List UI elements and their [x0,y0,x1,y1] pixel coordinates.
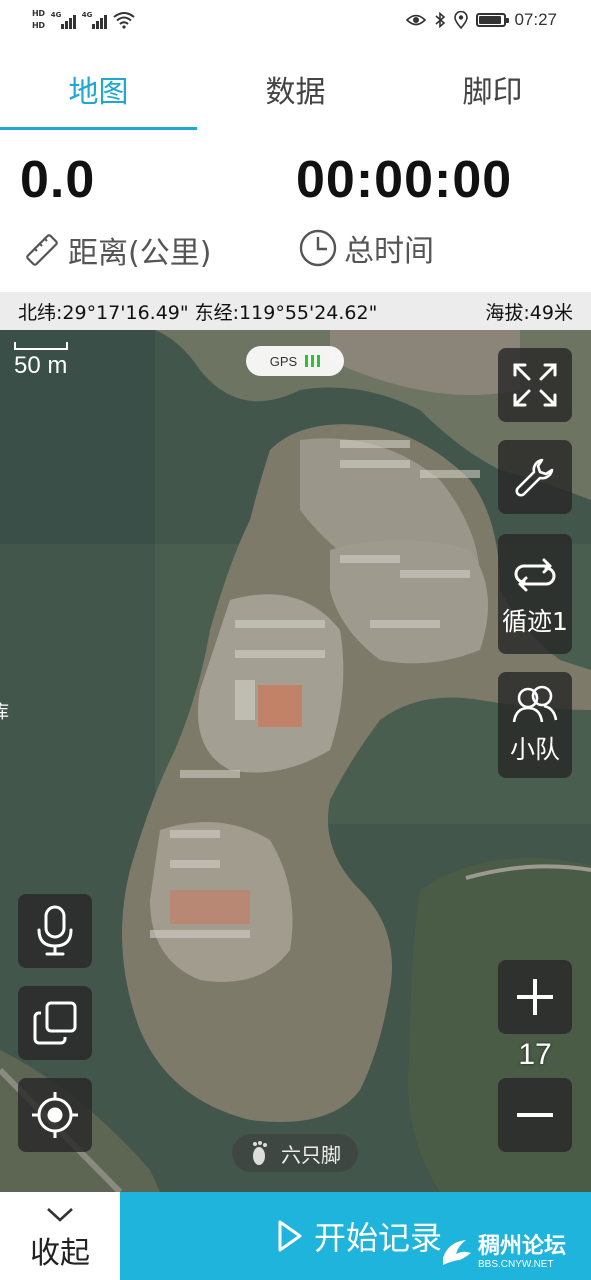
time-label: 总时间 [344,234,434,269]
battery-icon [476,13,510,27]
map-scale: 50 m [14,342,68,380]
tab-map[interactable]: 地图 [0,48,197,130]
hd-indicator-2: HD [32,21,45,30]
start-recording-label: 开始记录 [314,1219,443,1257]
map-edge-label: 库 [0,698,9,724]
forum-name: 稠州论坛 [478,1234,567,1259]
tab-data[interactable]: 数据 [197,48,394,130]
zoom-level: 17 [518,1038,552,1071]
collapse-button[interactable]: 收起 [0,1192,120,1280]
fullscreen-button[interactable] [498,348,572,422]
track-follow-label: 循迹1 [502,607,568,636]
track-follow-button[interactable]: 循迹1 [498,534,572,654]
distance-label: 距离(公里) [68,236,212,271]
brand-watermark: 六只脚 [232,1134,358,1172]
tab-footprints[interactable]: 脚印 [394,48,591,130]
brand-watermark-label: 六只脚 [281,1142,341,1167]
clock-icon [299,229,337,267]
wrench-icon [515,458,554,497]
tab-bar: 地图 数据 脚印 [0,48,591,130]
gps-status: GPS [246,346,344,376]
crosshair-icon [32,1092,78,1138]
plus-icon [517,979,553,1015]
eye-icon [406,14,427,26]
network-type-1: 4G [50,11,62,19]
clock: 07:27 [514,10,557,29]
locate-button[interactable] [18,1078,92,1152]
coordinates-bar: 北纬:29°17'16.49" 东经:119°55'24.62" 海拔:49米 [0,292,591,330]
layers-icon [33,1001,77,1045]
gps-signal-icon [305,355,321,367]
chevron-down-icon [47,1208,73,1222]
lat-lon-readout: 北纬:29°17'16.49" 东经:119°55'24.62" [18,301,378,324]
loop-arrows-icon [514,558,556,592]
hd-indicator-1: HD [32,9,45,18]
bluetooth-icon [435,12,446,28]
battery-fill [479,16,502,24]
time-label-row: 总时间 [298,226,434,270]
wifi-icon [113,12,135,29]
play-icon [278,1220,302,1252]
scale-label: 50 m [14,352,68,379]
time-value: 00:00:00 [296,151,513,209]
scale-bar [14,342,68,350]
microphone-icon [37,905,73,956]
team-icon [512,685,558,723]
status-right: 07:27 [406,8,557,32]
location-icon [454,11,469,29]
gps-label: GPS [269,353,298,369]
ruler-icon [26,234,58,266]
signal-icon-2: 4G [82,11,107,29]
map-view[interactable]: 库 50 m GPS [0,330,591,1192]
team-button[interactable]: 小队 [498,672,572,778]
voice-button[interactable] [18,894,92,968]
time-stat: 00:00:00 [296,150,512,210]
forum-watermark: 稠州论坛 BBS.CNYW.NET [440,1228,591,1278]
zoom-out-button[interactable] [498,1078,572,1152]
layers-button[interactable] [18,986,92,1060]
distance-label-row: 距离(公里) [22,228,211,272]
altitude-readout: 海拔:49米 [485,301,573,324]
status-left: HD HD 4G 4G [32,6,135,34]
zoom-in-button[interactable] [498,960,572,1034]
tools-button[interactable] [498,440,572,514]
network-type-2: 4G [81,11,93,19]
distance-value: 0.0 [20,151,96,209]
expand-icon [513,363,557,407]
forum-logo-icon [442,1240,471,1267]
team-label: 小队 [509,735,560,764]
forum-url: BBS.CNYW.NET [478,1259,554,1270]
hd-indicators: HD HD [32,9,45,31]
minus-icon [517,1113,553,1117]
footprint-icon [253,1141,267,1165]
distance-stat: 0.0 [20,150,95,210]
signal-icon-1: 4G [51,11,76,29]
collapse-label: 收起 [30,1236,90,1271]
status-bar: HD HD 4G 4G 07:27 [0,0,591,40]
